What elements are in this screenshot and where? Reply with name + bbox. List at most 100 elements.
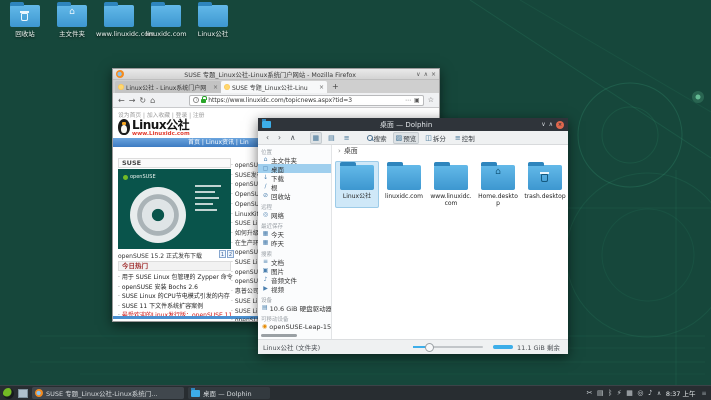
tab-linux-gongshe[interactable]: Linux公社 - Linux系统门户网 × xyxy=(115,81,221,93)
minimize-icon[interactable]: ∨ xyxy=(541,121,545,128)
control-button[interactable]: ≡ 控制 xyxy=(452,132,478,144)
search-button[interactable]: 搜索 xyxy=(364,132,390,144)
home-icon: ⌂ xyxy=(481,168,515,177)
notes-icon[interactable]: ▤ xyxy=(597,386,604,400)
folder-icon xyxy=(151,5,181,27)
folder-icon: ⌂ xyxy=(57,5,87,27)
hot-link[interactable]: 用于 SUSE Linux 包管理的 Zypper 命令 xyxy=(118,273,235,283)
download-icon: ↓ xyxy=(262,174,269,181)
place-audio[interactable]: ♪音频文件 xyxy=(258,275,331,284)
desktop-icon-linuxidc[interactable]: linuxidc.com xyxy=(143,5,189,38)
tab-suse-topic[interactable]: SUSE 专题_Linux公社-Linu × xyxy=(221,81,327,93)
url-text[interactable]: https://www.linuxidc.com/topicnews.aspx?… xyxy=(208,97,403,104)
cd-disc xyxy=(130,187,186,243)
file-label: linuxidc.com xyxy=(383,193,425,200)
place-documents[interactable]: ≡文档 xyxy=(258,257,331,266)
network-icon[interactable]: ◎ xyxy=(637,386,643,400)
file-home-desktop[interactable]: ⌂ Home.desktop xyxy=(476,161,520,208)
file-www-linuxidc[interactable]: www.linuxidc.com xyxy=(429,161,473,208)
zoom-slider[interactable] xyxy=(413,346,483,348)
home-icon[interactable]: ⌂ xyxy=(150,96,155,105)
file-linuxidc[interactable]: linuxidc.com xyxy=(382,161,426,208)
hot-link[interactable]: SUSE Linux 的CPU节电模式引发的内存 xyxy=(118,292,235,302)
folder-icon xyxy=(387,165,421,190)
place-desktop[interactable]: ▢桌面 xyxy=(258,164,331,173)
close-icon[interactable]: × xyxy=(556,121,564,129)
pager-1[interactable]: 1 xyxy=(219,250,226,258)
hot-link[interactable]: openSUSE 安装 Bochs 2.6 xyxy=(118,283,235,293)
back-icon[interactable]: ‹ xyxy=(263,132,272,144)
file-linux-gongshe[interactable]: Linux公社 xyxy=(335,161,379,208)
minimize-icon[interactable]: ∨ xyxy=(416,71,420,78)
desktop-icon-trash[interactable]: 回收站 xyxy=(2,5,48,38)
back-icon[interactable]: ← xyxy=(118,96,125,105)
place-downloads[interactable]: ↓下载 xyxy=(258,173,331,182)
maximize-icon[interactable]: ∧ xyxy=(549,121,553,128)
file-trash-desktop[interactable]: trash.desktop xyxy=(523,161,567,208)
place-harddisk[interactable]: ▤10.6 GiB 硬盘驱动器 xyxy=(258,303,331,312)
desktop-icon-home[interactable]: ⌂ 主文件夹 xyxy=(49,5,95,38)
icons-view-button[interactable]: ▦ xyxy=(310,132,323,144)
tab-favicon xyxy=(224,84,230,90)
desktop-icon-linux-gongshe[interactable]: Linux公社 xyxy=(190,5,236,38)
reload-icon[interactable]: ↻ xyxy=(139,96,146,105)
page-actions-icon[interactable]: ⋯ xyxy=(405,97,411,104)
cd-caption-link[interactable]: openSUSE 15.2 正式发布下载 xyxy=(118,251,231,260)
folder-icon xyxy=(10,5,40,27)
dolphin-titlebar[interactable]: 桌面 — Dolphin ∨ ∧ × xyxy=(258,118,568,131)
bookmark-star-icon[interactable]: ☆ xyxy=(428,96,434,104)
dvd-icon: ◉ xyxy=(262,323,267,330)
desktop-pager[interactable] xyxy=(18,389,28,398)
display-icon[interactable]: ▦ xyxy=(626,386,633,400)
breadcrumb-desktop[interactable]: 桌面 xyxy=(344,146,358,156)
place-videos[interactable]: ▶视频 xyxy=(258,284,331,293)
breadcrumb[interactable]: › 桌面 xyxy=(333,145,568,157)
preview-icon: ▨ xyxy=(396,134,403,142)
split-button[interactable]: ◫ 拆分 xyxy=(422,132,449,144)
close-icon[interactable]: × xyxy=(431,71,436,78)
forward-icon[interactable]: › xyxy=(275,132,284,144)
desktop-icon-www-linuxidc[interactable]: www.linuxidc.com xyxy=(96,5,142,38)
place-root[interactable]: ∕根 xyxy=(258,182,331,191)
updates-icon[interactable]: ⚡ xyxy=(617,386,622,400)
new-tab-button[interactable]: + xyxy=(332,82,339,91)
shield-icon[interactable]: ▣ xyxy=(414,97,420,104)
tab-close-icon[interactable]: × xyxy=(319,84,324,91)
clock[interactable]: 8:37 上午 xyxy=(666,388,696,398)
place-trash[interactable]: ⊘回收站 xyxy=(258,191,331,200)
folder-icon xyxy=(262,121,271,128)
url-bar[interactable]: i https://www.linuxidc.com/topicnews.asp… xyxy=(189,95,424,106)
image-icon: ▣ xyxy=(262,267,269,274)
firefox-titlebar[interactable]: SUSE 专题_Linux公社-Linux系统门户网站 - Mozilla Fi… xyxy=(113,69,439,80)
panel-toggle-icon[interactable]: ≡ xyxy=(700,390,708,397)
klipper-icon[interactable]: ✂ xyxy=(587,386,593,400)
tab-close-icon[interactable]: × xyxy=(213,84,218,91)
zoom-slider-handle[interactable] xyxy=(425,343,434,352)
place-dvd[interactable]: ◉openSUSE-Leap-15.1-DVD xyxy=(258,322,331,331)
file-label: Linux公社 xyxy=(336,193,378,200)
places-header: 位置 xyxy=(258,145,331,155)
bluetooth-icon[interactable]: ᛒ xyxy=(608,386,612,400)
place-home[interactable]: ⌂主文件夹 xyxy=(258,155,331,164)
preview-button[interactable]: ▨ 预览 xyxy=(393,132,420,144)
details-view-button[interactable]: ≡ xyxy=(341,132,353,144)
opensuse-cd-image[interactable]: openSUSE xyxy=(118,169,231,249)
taskbar-item-firefox[interactable]: SUSE 专题_Linux公社-Linux系统门... xyxy=(32,387,184,399)
place-today[interactable]: ▦今天 xyxy=(258,229,331,238)
place-yesterday[interactable]: ▦昨天 xyxy=(258,238,331,247)
tray-expand-icon[interactable]: ∧ xyxy=(657,390,661,397)
horizontal-scrollbar[interactable] xyxy=(261,334,297,337)
trash-icon xyxy=(21,13,28,21)
place-network[interactable]: ◎网络 xyxy=(258,210,331,219)
maximize-icon[interactable]: ∧ xyxy=(424,71,428,78)
taskbar-item-dolphin[interactable]: 桌面 — Dolphin xyxy=(188,387,270,399)
tab-label: SUSE 专题_Linux公社-Linu xyxy=(232,83,317,92)
site-logo[interactable]: Linux公社 www.Linuxidc.com xyxy=(118,119,190,137)
application-launcher-icon[interactable] xyxy=(3,388,14,399)
forward-icon[interactable]: → xyxy=(129,96,136,105)
volume-icon[interactable]: ♪ xyxy=(648,386,652,400)
up-icon[interactable]: ∧ xyxy=(287,132,299,144)
site-info-icon[interactable]: i xyxy=(193,97,199,103)
compact-view-button[interactable]: ▤ xyxy=(325,132,338,144)
hot-link[interactable]: SUSE 11 下文件系统扩容案例 xyxy=(118,302,235,312)
